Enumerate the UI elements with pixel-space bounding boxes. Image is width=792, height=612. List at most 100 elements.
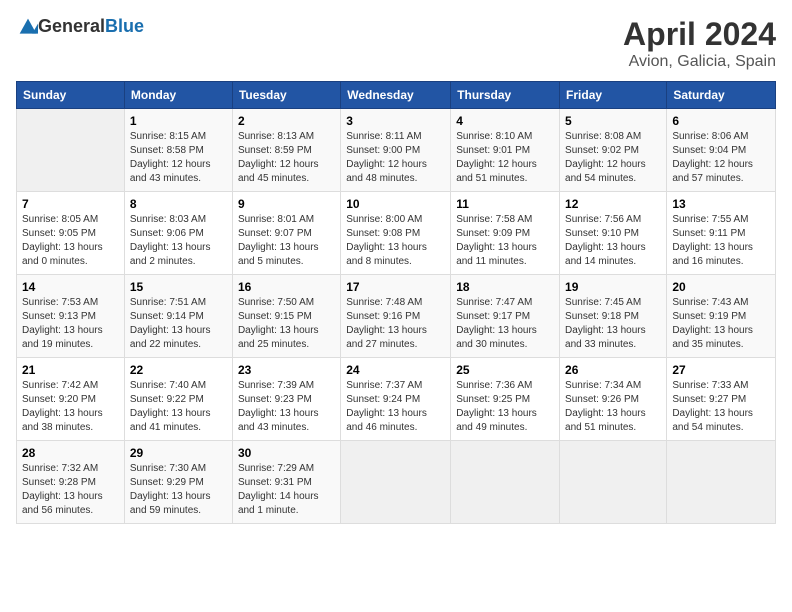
- table-row: 9 Sunrise: 8:01 AMSunset: 9:07 PMDaylight…: [232, 192, 340, 275]
- day-number: 6: [672, 114, 770, 128]
- day-number: 1: [130, 114, 227, 128]
- table-row: 5 Sunrise: 8:08 AMSunset: 9:02 PMDaylight…: [560, 109, 667, 192]
- day-info: Sunrise: 7:30 AMSunset: 9:29 PMDaylight:…: [130, 462, 227, 518]
- table-row: 16 Sunrise: 7:50 AMSunset: 9:15 PMDayligh…: [232, 275, 340, 358]
- calendar-week-row: 1 Sunrise: 8:15 AMSunset: 8:58 PMDaylight…: [17, 109, 776, 192]
- col-tuesday: Tuesday: [232, 82, 340, 109]
- day-info: Sunrise: 7:55 AMSunset: 9:11 PMDaylight:…: [672, 213, 770, 269]
- table-row: 13 Sunrise: 7:55 AMSunset: 9:11 PMDayligh…: [667, 192, 776, 275]
- day-number: 21: [22, 363, 119, 377]
- day-info: Sunrise: 7:58 AMSunset: 9:09 PMDaylight:…: [456, 213, 554, 269]
- day-number: 27: [672, 363, 770, 377]
- month-year-title: April 2024: [623, 16, 776, 53]
- day-info: Sunrise: 7:51 AMSunset: 9:14 PMDaylight:…: [130, 296, 227, 352]
- table-row: 22Sunrise: 7:40 AMSunset: 9:22 PMDayligh…: [124, 358, 232, 441]
- logo-text-blue: Blue: [105, 16, 144, 36]
- table-row: 3 Sunrise: 8:11 AMSunset: 9:00 PMDaylight…: [341, 109, 451, 192]
- table-row: [17, 109, 125, 192]
- table-row: 14Sunrise: 7:53 AMSunset: 9:13 PMDayligh…: [17, 275, 125, 358]
- day-number: 7: [22, 197, 119, 211]
- day-info: Sunrise: 8:03 AMSunset: 9:06 PMDaylight:…: [130, 213, 227, 269]
- day-info: Sunrise: 7:47 AMSunset: 9:17 PMDaylight:…: [456, 296, 554, 352]
- table-row: 20 Sunrise: 7:43 AMSunset: 9:19 PMDayligh…: [667, 275, 776, 358]
- day-number: 9: [238, 197, 335, 211]
- day-number: 28: [22, 446, 119, 460]
- day-number: 5: [565, 114, 661, 128]
- day-number: 2: [238, 114, 335, 128]
- calendar-week-row: 21 Sunrise: 7:42 AMSunset: 9:20 PMDayligh…: [17, 358, 776, 441]
- day-info: Sunrise: 7:29 AMSunset: 9:31 PMDaylight:…: [238, 462, 335, 518]
- day-info: Sunrise: 8:11 AMSunset: 9:00 PMDaylight:…: [346, 130, 445, 186]
- day-info: Sunrise: 7:45 AMSunset: 9:18 PMDaylight:…: [565, 296, 661, 352]
- day-info: Sunrise: 8:01 AMSunset: 9:07 PMDaylight:…: [238, 213, 335, 269]
- table-row: 4 Sunrise: 8:10 AMSunset: 9:01 PMDaylight…: [451, 109, 560, 192]
- calendar-week-row: 14Sunrise: 7:53 AMSunset: 9:13 PMDayligh…: [17, 275, 776, 358]
- table-row: 19 Sunrise: 7:45 AMSunset: 9:18 PMDayligh…: [560, 275, 667, 358]
- calendar-week-row: 7 Sunrise: 8:05 AMSunset: 9:05 PMDaylight…: [17, 192, 776, 275]
- day-info: Sunrise: 7:42 AMSunset: 9:20 PMDaylight:…: [22, 379, 119, 435]
- table-row: 25Sunrise: 7:36 AMSunset: 9:25 PMDayligh…: [451, 358, 560, 441]
- day-info: Sunrise: 7:40 AMSunset: 9:22 PMDaylight:…: [130, 379, 227, 435]
- table-row: 27Sunrise: 7:33 AMSunset: 9:27 PMDayligh…: [667, 358, 776, 441]
- table-row: 21 Sunrise: 7:42 AMSunset: 9:20 PMDayligh…: [17, 358, 125, 441]
- table-row: [667, 441, 776, 524]
- title-block: April 2024 Avion, Galicia, Spain: [623, 16, 776, 71]
- table-row: [341, 441, 451, 524]
- day-number: 24: [346, 363, 445, 377]
- table-row: 11 Sunrise: 7:58 AMSunset: 9:09 PMDayligh…: [451, 192, 560, 275]
- day-info: Sunrise: 7:50 AMSunset: 9:15 PMDaylight:…: [238, 296, 335, 352]
- day-info: Sunrise: 8:15 AMSunset: 8:58 PMDaylight:…: [130, 130, 227, 186]
- day-info: Sunrise: 7:39 AMSunset: 9:23 PMDaylight:…: [238, 379, 335, 435]
- table-row: [560, 441, 667, 524]
- day-info: Sunrise: 7:48 AMSunset: 9:16 PMDaylight:…: [346, 296, 445, 352]
- day-number: 18: [456, 280, 554, 294]
- table-row: 26 Sunrise: 7:34 AMSunset: 9:26 PMDayligh…: [560, 358, 667, 441]
- day-number: 19: [565, 280, 661, 294]
- logo-icon: [18, 17, 38, 37]
- day-info: Sunrise: 8:05 AMSunset: 9:05 PMDaylight:…: [22, 213, 119, 269]
- table-row: 17Sunrise: 7:48 AMSunset: 9:16 PMDayligh…: [341, 275, 451, 358]
- day-number: 20: [672, 280, 770, 294]
- col-wednesday: Wednesday: [341, 82, 451, 109]
- table-row: 8 Sunrise: 8:03 AMSunset: 9:06 PMDaylight…: [124, 192, 232, 275]
- day-info: Sunrise: 7:34 AMSunset: 9:26 PMDaylight:…: [565, 379, 661, 435]
- table-row: 30 Sunrise: 7:29 AMSunset: 9:31 PMDayligh…: [232, 441, 340, 524]
- table-row: 24 Sunrise: 7:37 AMSunset: 9:24 PMDayligh…: [341, 358, 451, 441]
- day-number: 13: [672, 197, 770, 211]
- table-row: 12 Sunrise: 7:56 AMSunset: 9:10 PMDayligh…: [560, 192, 667, 275]
- calendar-week-row: 28 Sunrise: 7:32 AMSunset: 9:28 PMDayligh…: [17, 441, 776, 524]
- day-number: 12: [565, 197, 661, 211]
- location-title: Avion, Galicia, Spain: [623, 53, 776, 71]
- day-number: 26: [565, 363, 661, 377]
- day-number: 30: [238, 446, 335, 460]
- table-row: 23Sunrise: 7:39 AMSunset: 9:23 PMDayligh…: [232, 358, 340, 441]
- day-number: 8: [130, 197, 227, 211]
- calendar-header-row: Sunday Monday Tuesday Wednesday Thursday…: [17, 82, 776, 109]
- table-row: 7 Sunrise: 8:05 AMSunset: 9:05 PMDaylight…: [17, 192, 125, 275]
- day-number: 3: [346, 114, 445, 128]
- day-number: 16: [238, 280, 335, 294]
- day-info: Sunrise: 7:37 AMSunset: 9:24 PMDaylight:…: [346, 379, 445, 435]
- day-number: 10: [346, 197, 445, 211]
- logo: GeneralBlue: [16, 16, 144, 37]
- day-info: Sunrise: 7:43 AMSunset: 9:19 PMDaylight:…: [672, 296, 770, 352]
- table-row: 28 Sunrise: 7:32 AMSunset: 9:28 PMDayligh…: [17, 441, 125, 524]
- day-info: Sunrise: 7:53 AMSunset: 9:13 PMDaylight:…: [22, 296, 119, 352]
- table-row: 2 Sunrise: 8:13 AMSunset: 8:59 PMDaylight…: [232, 109, 340, 192]
- day-info: Sunrise: 7:32 AMSunset: 9:28 PMDaylight:…: [22, 462, 119, 518]
- col-monday: Monday: [124, 82, 232, 109]
- day-info: Sunrise: 8:10 AMSunset: 9:01 PMDaylight:…: [456, 130, 554, 186]
- day-info: Sunrise: 7:36 AMSunset: 9:25 PMDaylight:…: [456, 379, 554, 435]
- table-row: [451, 441, 560, 524]
- day-number: 11: [456, 197, 554, 211]
- calendar-table: Sunday Monday Tuesday Wednesday Thursday…: [16, 81, 776, 524]
- col-thursday: Thursday: [451, 82, 560, 109]
- day-info: Sunrise: 7:56 AMSunset: 9:10 PMDaylight:…: [565, 213, 661, 269]
- day-number: 4: [456, 114, 554, 128]
- page-header: GeneralBlue April 2024 Avion, Galicia, S…: [16, 16, 776, 71]
- day-info: Sunrise: 8:13 AMSunset: 8:59 PMDaylight:…: [238, 130, 335, 186]
- day-number: 15: [130, 280, 227, 294]
- table-row: 15 Sunrise: 7:51 AMSunset: 9:14 PMDayligh…: [124, 275, 232, 358]
- day-info: Sunrise: 8:08 AMSunset: 9:02 PMDaylight:…: [565, 130, 661, 186]
- table-row: 18 Sunrise: 7:47 AMSunset: 9:17 PMDayligh…: [451, 275, 560, 358]
